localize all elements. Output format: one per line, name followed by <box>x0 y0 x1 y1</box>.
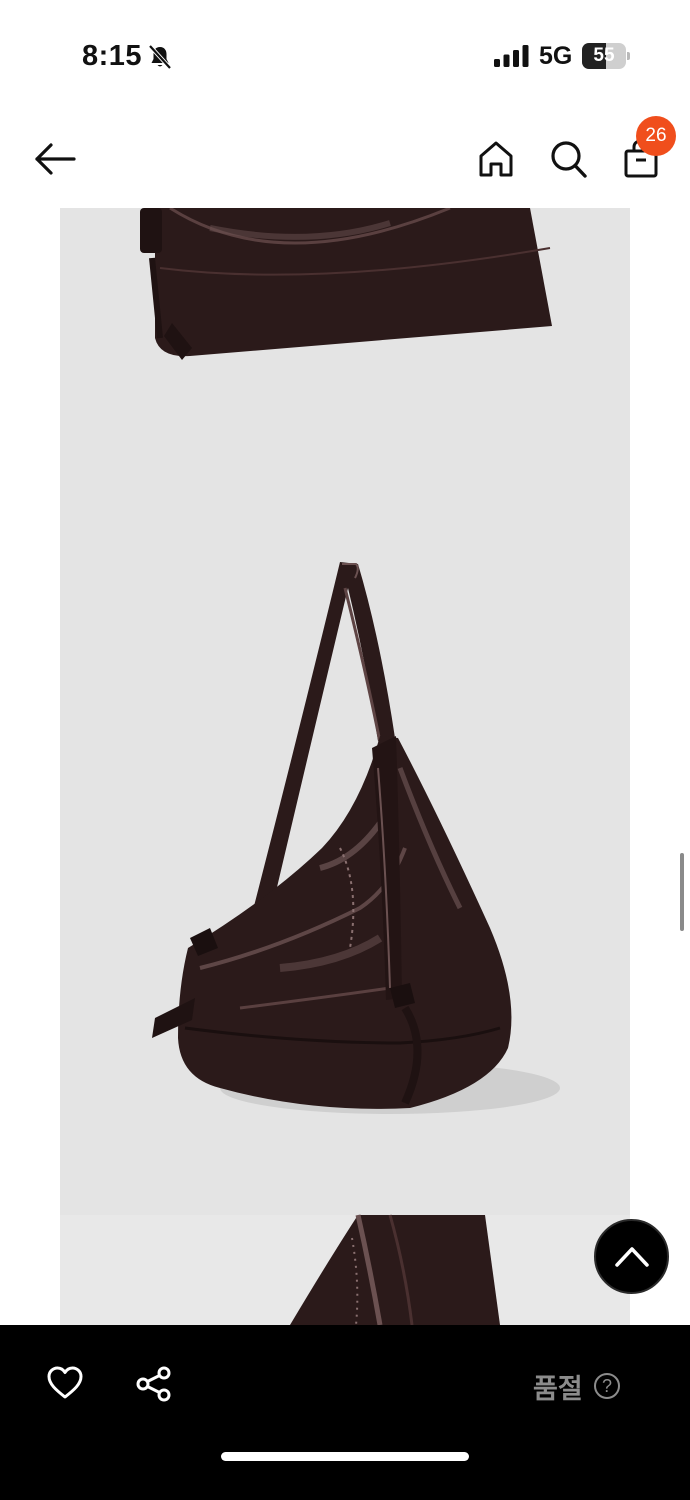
product-image-bottom <box>290 1214 500 1325</box>
battery-body: 55 <box>582 43 626 69</box>
search-icon[interactable] <box>548 138 588 180</box>
scroll-to-top-button[interactable] <box>594 1219 669 1294</box>
help-circle-icon[interactable]: ? <box>594 1373 620 1399</box>
battery-cap <box>627 52 630 60</box>
share-icon[interactable] <box>135 1365 173 1403</box>
bottom-action-bar: 품절 ? <box>0 1325 690 1500</box>
home-indicator <box>221 1452 469 1461</box>
status-time: 8:15 <box>82 40 143 72</box>
arrow-left-icon[interactable] <box>30 138 80 180</box>
battery-icon: 55 <box>582 43 630 69</box>
home-icon[interactable] <box>476 138 516 180</box>
status-bar: 8:15 5G 55 <box>0 0 690 110</box>
scroll-indicator[interactable] <box>680 853 684 931</box>
heart-icon[interactable] <box>46 1365 84 1401</box>
top-nav <box>0 110 690 208</box>
sold-out-label: 품절 <box>533 1374 583 1405</box>
product-image-gallery[interactable] <box>60 208 630 1325</box>
signal-icon <box>494 45 529 67</box>
battery-percent: 55 <box>593 45 615 66</box>
bell-slash-icon <box>148 44 172 70</box>
network-label: 5G <box>539 42 573 70</box>
chevron-up-icon <box>615 1247 649 1267</box>
cart-count-badge[interactable]: 26 <box>636 116 676 156</box>
